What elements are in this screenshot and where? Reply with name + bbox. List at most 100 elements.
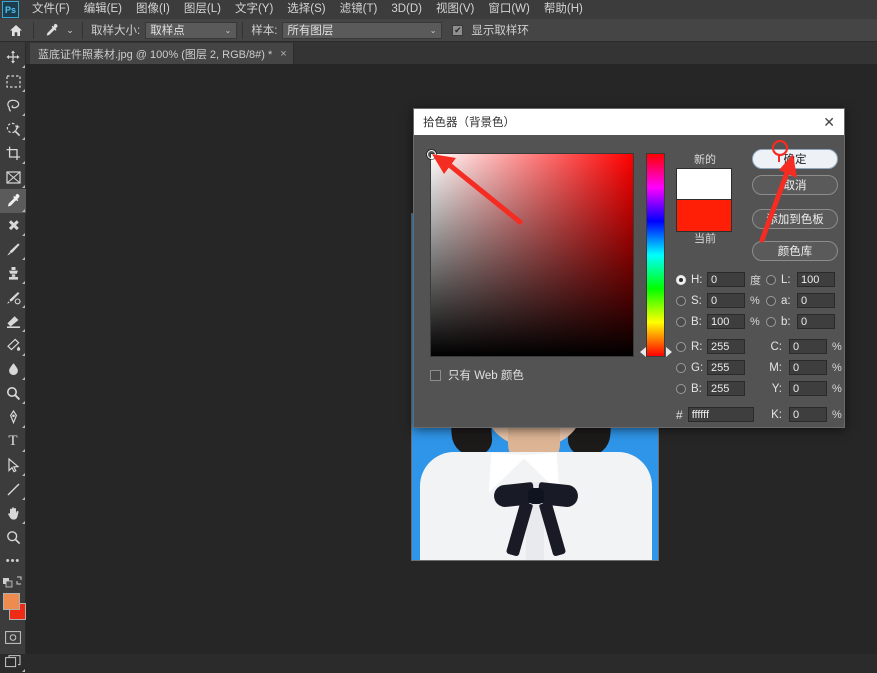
menu-item-select[interactable]: 选择(S): [280, 0, 332, 19]
saturation-brightness-field[interactable]: [427, 150, 634, 357]
green-input[interactable]: 255: [707, 360, 745, 375]
menu-item-help[interactable]: 帮助(H): [537, 0, 590, 19]
field-row-brightness[interactable]: B: 100 %: [676, 313, 760, 330]
hue-slider[interactable]: [646, 153, 665, 357]
foreground-color-swatch[interactable]: [3, 593, 20, 610]
lab-a-radio[interactable]: [766, 295, 776, 306]
cancel-button[interactable]: 取消: [752, 175, 838, 195]
show-sampling-ring-checkbox[interactable]: ✔: [452, 24, 464, 36]
gradient-tool[interactable]: [0, 333, 26, 357]
brightness-radio[interactable]: [676, 316, 686, 327]
hue-slider-handle-left[interactable]: [640, 347, 646, 357]
spot-healing-brush-tool[interactable]: [0, 213, 26, 237]
move-tool[interactable]: [0, 45, 26, 69]
color-field-marker[interactable]: [427, 150, 436, 159]
sample-size-select[interactable]: 取样点 ⌄: [145, 21, 238, 39]
field-row-lab-a[interactable]: a: 0: [766, 292, 835, 309]
menu-item-window[interactable]: 窗口(W): [481, 0, 537, 19]
foreground-background-color-swatches[interactable]: [0, 591, 26, 625]
zoom-tool[interactable]: [0, 525, 26, 549]
saturation-input[interactable]: 0: [707, 293, 745, 308]
home-icon[interactable]: [4, 20, 28, 41]
field-row-lightness[interactable]: L: 100: [766, 271, 835, 288]
saturation-radio[interactable]: [676, 295, 686, 306]
yellow-input[interactable]: 0: [789, 381, 827, 396]
line-tool[interactable]: [0, 477, 26, 501]
screen-mode-icon[interactable]: [0, 649, 26, 673]
field-row-hue[interactable]: H: 0 度: [676, 271, 761, 288]
menu-item-3d[interactable]: 3D(D): [384, 0, 429, 19]
rectangular-marquee-tool[interactable]: [0, 69, 26, 93]
current-color-swatch[interactable]: [676, 200, 732, 232]
brush-tool[interactable]: [0, 237, 26, 261]
lab-a-input[interactable]: 0: [797, 293, 835, 308]
color-field-gradient[interactable]: [427, 150, 633, 356]
cyan-input[interactable]: 0: [789, 339, 827, 354]
close-icon[interactable]: ×: [280, 48, 286, 60]
new-color-swatch[interactable]: [676, 168, 732, 200]
lightness-radio[interactable]: [766, 274, 776, 285]
default-colors-and-swap-icons[interactable]: [0, 573, 26, 589]
web-colors-only-checkbox-row[interactable]: 只有 Web 颜色: [430, 367, 524, 383]
lightness-input[interactable]: 100: [797, 272, 835, 287]
dodge-tool[interactable]: [0, 381, 26, 405]
hand-tool[interactable]: [0, 501, 26, 525]
hue-gradient[interactable]: [647, 154, 664, 356]
black-input[interactable]: 0: [789, 407, 827, 422]
type-tool[interactable]: T: [0, 429, 26, 453]
quick-mask-mode-icon[interactable]: [0, 625, 26, 649]
lab-b-input[interactable]: 0: [797, 314, 835, 329]
menu-item-filter[interactable]: 滤镜(T): [333, 0, 385, 19]
crop-tool[interactable]: [0, 141, 26, 165]
field-row-green[interactable]: G: 255: [676, 359, 745, 376]
magenta-input[interactable]: 0: [789, 360, 827, 375]
eyedropper-icon[interactable]: [39, 20, 63, 41]
field-row-magenta[interactable]: M: 0 %: [766, 359, 842, 376]
hue-input[interactable]: 0: [707, 272, 745, 287]
web-colors-only-checkbox[interactable]: [430, 369, 441, 381]
field-row-red[interactable]: R: 255: [676, 338, 745, 355]
eraser-tool[interactable]: [0, 309, 26, 333]
lab-b-radio[interactable]: [766, 316, 776, 327]
blur-tool[interactable]: [0, 357, 26, 381]
menu-item-edit[interactable]: 编辑(E): [77, 0, 129, 19]
history-brush-tool[interactable]: [0, 285, 26, 309]
clone-stamp-tool[interactable]: [0, 261, 26, 285]
menu-item-view[interactable]: 视图(V): [429, 0, 481, 19]
edit-toolbar-tool[interactable]: •••: [0, 549, 26, 573]
hue-slider-handle-right[interactable]: [666, 347, 672, 357]
tool-preset-chevron-down-icon[interactable]: ⌄: [63, 20, 77, 41]
menu-item-image[interactable]: 图像(I): [129, 0, 177, 19]
blue-input[interactable]: 255: [707, 381, 745, 396]
field-row-cyan[interactable]: C: 0 %: [766, 338, 842, 355]
menu-item-layer[interactable]: 图层(L): [177, 0, 228, 19]
blue-radio[interactable]: [676, 383, 686, 394]
field-row-yellow[interactable]: Y: 0 %: [766, 380, 842, 397]
close-icon[interactable]: ✕: [823, 115, 835, 129]
quick-selection-tool[interactable]: [0, 117, 26, 141]
field-row-black[interactable]: K: 0 %: [766, 406, 842, 423]
path-selection-tool[interactable]: [0, 453, 26, 477]
green-radio[interactable]: [676, 362, 686, 373]
frame-tool[interactable]: [0, 165, 26, 189]
lasso-tool[interactable]: [0, 93, 26, 117]
color-picker-dialog[interactable]: 拾色器（背景色） ✕ 新的 当前 确定 取消 添加到色板 颜色库 H: 0 度 …: [413, 108, 845, 428]
red-radio[interactable]: [676, 341, 686, 352]
color-libraries-button[interactable]: 颜色库: [752, 241, 838, 261]
red-input[interactable]: 255: [707, 339, 745, 354]
add-to-swatches-button[interactable]: 添加到色板: [752, 209, 838, 229]
menu-item-type[interactable]: 文字(Y): [228, 0, 280, 19]
document-tab[interactable]: 蓝底证件照素材.jpg @ 100% (图层 2, RGB/8#) * ×: [30, 43, 294, 64]
eyedropper-tool[interactable]: [0, 189, 26, 213]
field-row-blue[interactable]: B: 255: [676, 380, 745, 397]
pen-tool[interactable]: [0, 405, 26, 429]
hex-input[interactable]: ffffff: [687, 407, 754, 422]
sample-select[interactable]: 所有图层 ⌄: [282, 21, 443, 39]
menu-item-file[interactable]: 文件(F): [25, 0, 77, 19]
hue-radio[interactable]: [676, 274, 686, 285]
field-row-hex[interactable]: # ffffff: [676, 406, 754, 423]
field-row-lab-b[interactable]: b: 0: [766, 313, 835, 330]
field-row-saturation[interactable]: S: 0 %: [676, 292, 760, 309]
brightness-input[interactable]: 100: [707, 314, 745, 329]
ok-button[interactable]: 确定: [752, 149, 838, 169]
